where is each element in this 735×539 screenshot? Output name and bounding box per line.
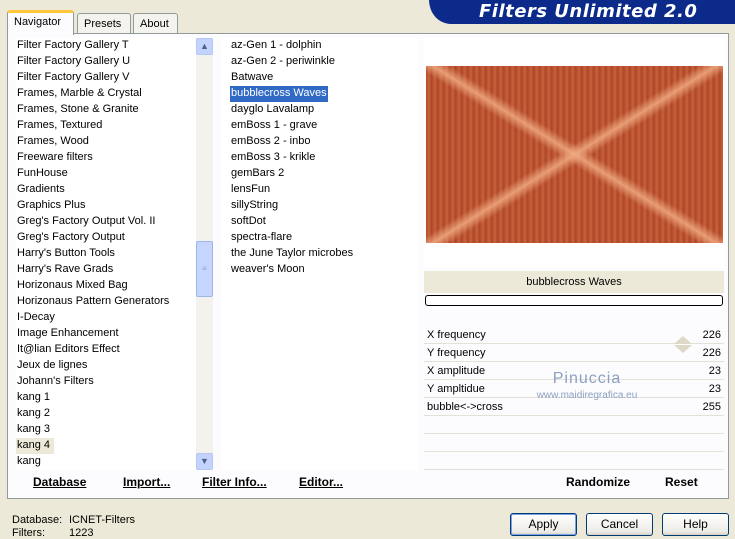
category-item[interactable]: Image Enhancement xyxy=(16,326,119,342)
filter-item[interactable]: Batwave xyxy=(230,70,274,86)
scroll-up-icon[interactable]: ▲ xyxy=(196,38,213,55)
filter-preview-image xyxy=(426,66,723,243)
scroll-thumb[interactable]: ≡ xyxy=(196,241,213,297)
filter-item[interactable]: the June Taylor microbes xyxy=(230,246,354,262)
import-button[interactable]: Import... xyxy=(123,475,170,489)
slider-row[interactable]: bubble<->cross 255 xyxy=(424,399,724,416)
cancel-button[interactable]: Cancel xyxy=(586,513,653,536)
filter-list[interactable]: az-Gen 1 - dolphin az-Gen 2 - periwinkle B… xyxy=(221,38,418,470)
category-item[interactable]: It@lian Editors Effect xyxy=(16,342,120,358)
category-list[interactable]: Filter Factory Gallery T Filter Factory G… xyxy=(16,38,213,470)
category-item[interactable]: Filter Factory Gallery U xyxy=(16,54,130,70)
slider-value: 23 xyxy=(708,383,721,395)
filter-item[interactable]: dayglo Lavalamp xyxy=(230,102,315,118)
database-button[interactable]: Database xyxy=(33,475,86,489)
slider-row[interactable]: X amplitude 23 xyxy=(424,363,724,380)
slider-label: Y frequency xyxy=(427,347,486,359)
filter-item[interactable]: az-Gen 2 - periwinkle xyxy=(230,54,336,70)
scroll-down-icon[interactable]: ▼ xyxy=(196,453,213,470)
category-item[interactable]: Johann's Filters xyxy=(16,374,94,390)
category-item[interactable]: Filter Factory Gallery V xyxy=(16,70,129,86)
category-item[interactable]: Frames, Wood xyxy=(16,134,89,150)
slider-row xyxy=(424,453,724,470)
category-item[interactable]: Greg's Factory Output xyxy=(16,230,125,246)
randomize-button[interactable]: Randomize xyxy=(566,475,630,489)
help-button[interactable]: Help xyxy=(662,513,729,536)
slider-value: 226 xyxy=(702,329,721,341)
slider-thumb[interactable] xyxy=(674,345,692,353)
slider-value: 255 xyxy=(702,401,721,413)
apply-button[interactable]: Apply xyxy=(510,513,577,536)
database-label: Database: xyxy=(12,514,63,526)
filters-count: 1223 xyxy=(69,527,94,539)
database-value: ICNET-Filters xyxy=(69,514,135,526)
category-item[interactable]: Frames, Stone & Granite xyxy=(16,102,139,118)
category-item[interactable]: kang xyxy=(16,454,41,470)
category-item[interactable]: Greg's Factory Output Vol. II xyxy=(16,214,155,230)
filter-item[interactable]: spectra-flare xyxy=(230,230,293,246)
filter-item[interactable]: emBoss 3 - krikle xyxy=(230,150,316,166)
tab-navigator[interactable]: Navigator xyxy=(7,10,74,35)
slider-row xyxy=(424,417,724,434)
filter-item[interactable]: emBoss 1 - grave xyxy=(230,118,318,134)
slider-label: X amplitude xyxy=(427,365,486,377)
filter-item[interactable]: gemBars 2 xyxy=(230,166,285,182)
category-item[interactable]: I-Decay xyxy=(16,310,55,326)
category-item[interactable]: Horizonaus Mixed Bag xyxy=(16,278,128,294)
category-item[interactable]: kang 2 xyxy=(16,406,50,422)
filter-item[interactable]: weaver's Moon xyxy=(230,262,306,278)
category-item[interactable]: Graphics Plus xyxy=(16,198,85,214)
filter-item[interactable]: softDot xyxy=(230,214,267,230)
category-item[interactable]: kang 1 xyxy=(16,390,50,406)
category-item[interactable]: Jeux de lignes xyxy=(16,358,87,374)
category-item[interactable]: Filter Factory Gallery T xyxy=(16,38,129,54)
progress-bar xyxy=(425,295,723,306)
category-item[interactable]: Horizonaus Pattern Generators xyxy=(16,294,169,310)
filter-item[interactable]: lensFun xyxy=(230,182,271,198)
slider-label: Y ampltidue xyxy=(427,383,485,395)
filter-item[interactable]: az-Gen 1 - dolphin xyxy=(230,38,323,54)
category-item[interactable]: Frames, Marble & Crystal xyxy=(16,86,142,102)
category-item[interactable]: FunHouse xyxy=(16,166,68,182)
category-item[interactable]: Harry's Button Tools xyxy=(16,246,115,262)
category-item[interactable]: Gradients xyxy=(16,182,65,198)
filter-item[interactable]: sillyString xyxy=(230,198,279,214)
tab-presets[interactable]: Presets xyxy=(77,13,131,34)
slider-row[interactable]: X frequency 226 xyxy=(424,327,724,344)
category-item[interactable]: kang 3 xyxy=(16,422,50,438)
preview-filter-name: bubblecross Waves xyxy=(424,271,724,293)
preview-area xyxy=(424,38,724,268)
editor-button[interactable]: Editor... xyxy=(299,475,343,489)
category-scrollbar[interactable]: ▲ ≡ ▼ xyxy=(196,38,213,470)
filter-item[interactable]: emBoss 2 - inbo xyxy=(230,134,311,150)
slider-row[interactable]: Y frequency 226 xyxy=(424,345,724,362)
slider-thumb[interactable] xyxy=(674,336,692,344)
category-item[interactable]: Freeware filters xyxy=(16,150,93,166)
slider-value: 226 xyxy=(702,347,721,359)
slider-value: 23 xyxy=(708,365,721,377)
category-item[interactable]: Frames, Textured xyxy=(16,118,102,134)
slider-row xyxy=(424,435,724,452)
slider-label: bubble<->cross xyxy=(427,401,503,413)
category-item[interactable]: kang 4 xyxy=(16,438,55,454)
filter-info-button[interactable]: Filter Info... xyxy=(202,475,267,489)
filters-label: Filters: xyxy=(12,527,45,539)
slider-row[interactable]: Y ampltidue 23 xyxy=(424,381,724,398)
filter-item[interactable]: bubblecross Waves xyxy=(230,86,328,102)
tab-about[interactable]: About xyxy=(133,13,178,34)
reset-button[interactable]: Reset xyxy=(665,475,698,489)
category-item[interactable]: Harry's Rave Grads xyxy=(16,262,113,278)
app-title-banner: Filters Unlimited 2.0 xyxy=(429,0,735,24)
slider-label: X frequency xyxy=(427,329,486,341)
